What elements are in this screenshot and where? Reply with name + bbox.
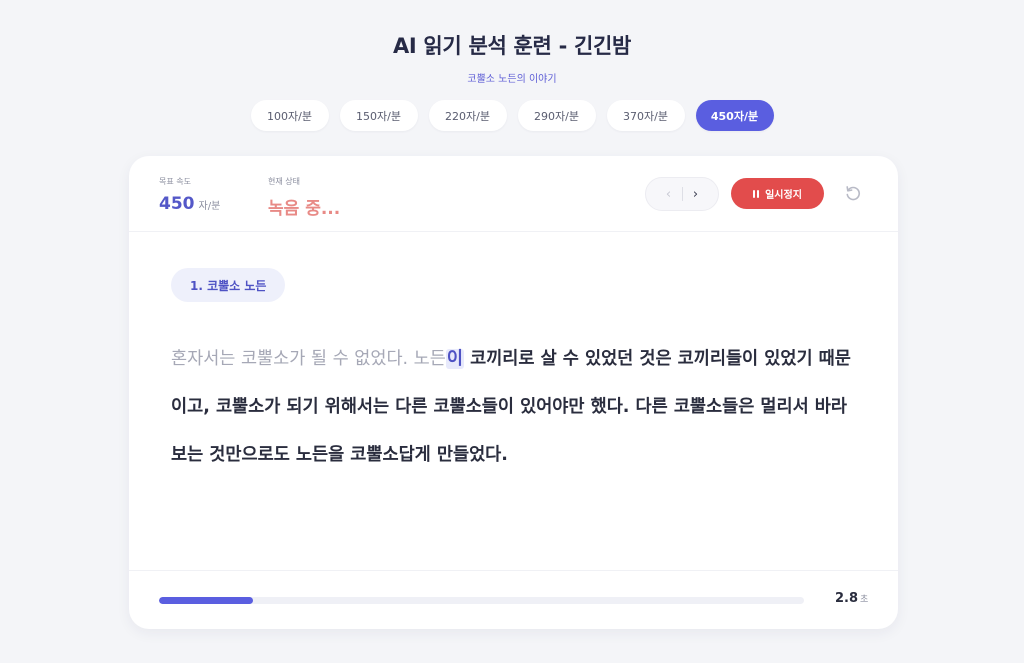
target-speed-label: 목표 속도 — [159, 177, 191, 186]
read-text: 혼자서는 코뿔소가 될 수 없었다. 노든 — [171, 349, 446, 369]
reset-icon[interactable] — [844, 184, 862, 202]
page-subtitle: 코뿔소 노든의 이야기 — [467, 74, 557, 85]
speed-tab-450[interactable]: 450자/분 — [695, 100, 774, 131]
current-status-label: 현재 상태 — [268, 177, 300, 186]
speed-tabs: 100자/분 150자/분 220자/분 290자/분 370자/분 450자/… — [0, 100, 1024, 131]
elapsed-timer: 2.8 초 — [835, 591, 868, 606]
chevron-right-icon: › — [692, 186, 699, 202]
progress-bar-area: 2.8 초 — [129, 570, 898, 629]
speed-tab-370[interactable]: 370자/분 — [606, 100, 685, 131]
page-header: AI 읽기 분석 훈련 - 긴긴밤 코뿔소 노든의 이야기 — [0, 30, 1024, 85]
speed-tab-150[interactable]: 150자/분 — [339, 100, 418, 131]
timer-unit: 초 — [860, 595, 869, 605]
progress-track — [159, 597, 804, 604]
target-speed-value: 450 자/분 — [159, 194, 220, 214]
timer-value: 2.8 — [835, 591, 859, 606]
target-speed-unit: 자/분 — [198, 201, 221, 212]
pause-label: 일시정지 — [765, 190, 802, 201]
progress-fill — [159, 597, 253, 604]
speed-tab-290[interactable]: 290자/분 — [517, 100, 596, 131]
card-toolbar: 목표 속도 450 자/분 현재 상태 녹음 중... ‹ › 일시정지 — [129, 156, 898, 232]
reading-text: 혼자서는 코뿔소가 될 수 없었다. 노든이 코끼리로 살 수 있었던 것은 코… — [171, 335, 861, 479]
section-chip: 1. 코뿔소 노든 — [171, 268, 286, 302]
speed-tab-100[interactable]: 100자/분 — [250, 100, 329, 131]
pause-icon — [753, 189, 760, 198]
speed-tab-220[interactable]: 220자/분 — [428, 100, 507, 131]
current-char: 이 — [445, 349, 464, 369]
target-speed-stat: 목표 속도 450 자/분 — [159, 176, 220, 214]
prev-button[interactable]: ‹ — [656, 187, 682, 202]
pause-button[interactable]: 일시정지 — [731, 178, 824, 209]
current-status-stat: 현재 상태 녹음 중... — [268, 176, 340, 219]
current-status-value: 녹음 중... — [268, 199, 341, 219]
page-nav: ‹ › — [645, 177, 719, 211]
reading-card: 목표 속도 450 자/분 현재 상태 녹음 중... ‹ › 일시정지 1. 코… — [129, 156, 898, 629]
page-title: AI 읽기 분석 훈련 - 긴긴밤 — [392, 34, 632, 58]
target-speed-number: 450 — [159, 194, 195, 214]
chevron-left-icon: ‹ — [665, 186, 672, 202]
next-button[interactable]: › — [683, 187, 709, 202]
